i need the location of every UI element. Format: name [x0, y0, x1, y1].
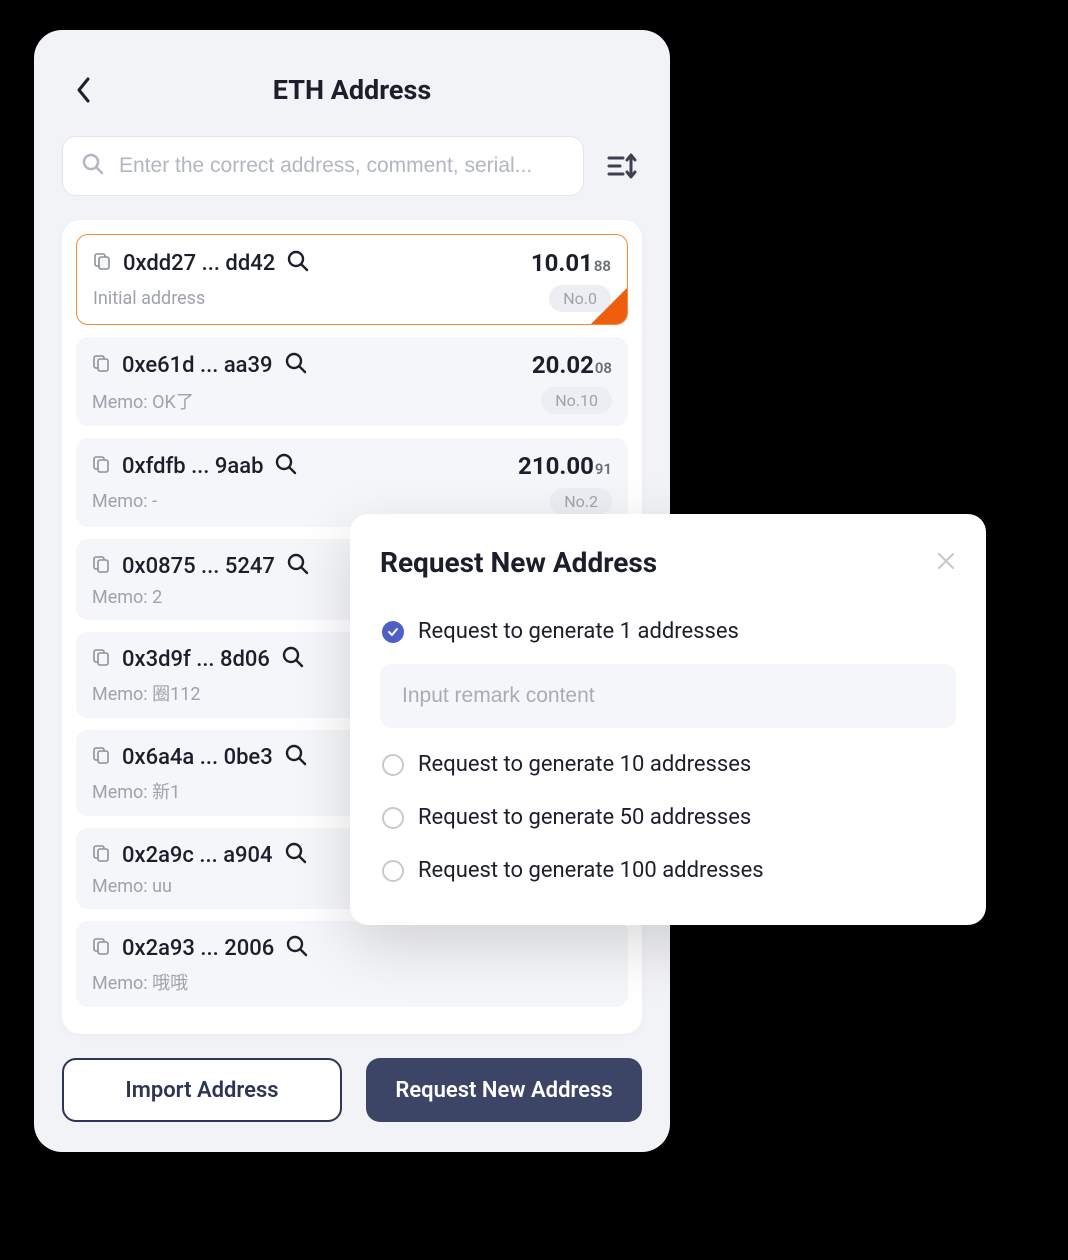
copy-icon[interactable]: [92, 746, 110, 768]
modal-options: Request to generate 1 addresses Request t…: [380, 605, 956, 897]
sort-icon: [607, 152, 637, 180]
serial-badge: No.2: [550, 488, 612, 515]
lookup-icon[interactable]: [275, 453, 297, 479]
address-row-main: 0x2a93 ... 2006: [92, 935, 612, 961]
generate-option[interactable]: Request to generate 10 addresses: [380, 738, 956, 791]
address-text: 0xfdfb ... 9aab: [122, 454, 263, 479]
generate-option[interactable]: Request to generate 100 addresses: [380, 844, 956, 897]
serial-badge: No.10: [541, 387, 612, 414]
sort-button[interactable]: [602, 146, 642, 186]
request-new-address-modal: Request New Address Request to generate …: [350, 514, 986, 925]
copy-icon[interactable]: [92, 937, 110, 959]
close-button[interactable]: [936, 551, 956, 575]
address-row-meta: Initial address No.0: [93, 285, 611, 312]
address-text: 0x2a9c ... a904: [122, 843, 273, 868]
remark-input[interactable]: [380, 664, 956, 728]
generate-option-label: Request to generate 50 addresses: [418, 805, 751, 830]
address-row-main: 0xe61d ... aa39 20.0208: [92, 351, 612, 379]
balance: 10.0188: [531, 249, 611, 277]
copy-icon[interactable]: [92, 844, 110, 866]
import-address-button[interactable]: Import Address: [62, 1058, 342, 1122]
balance: 210.0091: [518, 452, 612, 480]
memo-text: Memo: 哦哦: [92, 969, 188, 995]
generate-option[interactable]: Request to generate 50 addresses: [380, 791, 956, 844]
modal-header: Request New Address: [380, 546, 956, 579]
copy-icon[interactable]: [92, 648, 110, 670]
radio-unchecked-icon: [382, 807, 404, 829]
copy-icon[interactable]: [92, 455, 110, 477]
address-text: 0x6a4a ... 0be3: [122, 745, 273, 770]
radio-unchecked-icon: [382, 754, 404, 776]
generate-option[interactable]: Request to generate 1 addresses: [380, 605, 956, 658]
copy-icon[interactable]: [92, 555, 110, 577]
header: ETH Address: [62, 70, 642, 110]
memo-text: Memo: OK了: [92, 388, 194, 414]
search-box[interactable]: [62, 136, 584, 196]
search-input[interactable]: [119, 154, 565, 178]
generate-option-label: Request to generate 1 addresses: [418, 619, 739, 644]
chevron-left-icon: [76, 77, 92, 103]
serial-badge: No.0: [549, 285, 611, 312]
address-row-main: 0xfdfb ... 9aab 210.0091: [92, 452, 612, 480]
request-new-address-button[interactable]: Request New Address: [366, 1058, 642, 1122]
address-item[interactable]: 0xe61d ... aa39 20.0208 Memo: OK了 No.10: [76, 337, 628, 426]
memo-text: Memo: 新1: [92, 778, 180, 804]
address-row-main: 0xdd27 ... dd42 10.0188: [93, 249, 611, 277]
address-row-meta: Memo: - No.2: [92, 488, 612, 515]
close-icon: [936, 551, 956, 571]
memo-text: Memo: 2: [92, 587, 162, 608]
address-text: 0xdd27 ... dd42: [123, 251, 275, 276]
search-icon: [81, 152, 105, 180]
memo-text: Memo: 圈112: [92, 680, 200, 706]
search-row: [62, 136, 642, 196]
address-text: 0x3d9f ... 8d06: [122, 647, 270, 672]
modal-title: Request New Address: [380, 546, 657, 579]
address-text: 0x0875 ... 5247: [122, 554, 275, 579]
lookup-icon[interactable]: [282, 646, 304, 672]
address-item[interactable]: 0xdd27 ... dd42 10.0188 Initial address No.…: [76, 234, 628, 325]
lookup-icon[interactable]: [285, 842, 307, 868]
balance: 20.0208: [532, 351, 612, 379]
copy-icon[interactable]: [92, 354, 110, 376]
lookup-icon[interactable]: [287, 250, 309, 276]
lookup-icon[interactable]: [285, 744, 307, 770]
address-row-meta: Memo: 哦哦: [92, 969, 612, 995]
page-title: ETH Address: [273, 74, 431, 106]
address-row-meta: Memo: OK了 No.10: [92, 387, 612, 414]
memo-text: Memo: -: [92, 491, 157, 512]
address-text: 0xe61d ... aa39: [122, 353, 273, 378]
address-item[interactable]: 0x2a93 ... 2006 Memo: 哦哦: [76, 921, 628, 1007]
memo-text: Initial address: [93, 288, 205, 309]
footer-actions: Import Address Request New Address: [62, 1034, 642, 1122]
generate-option-label: Request to generate 100 addresses: [418, 858, 764, 883]
lookup-icon[interactable]: [285, 352, 307, 378]
copy-icon[interactable]: [93, 252, 111, 274]
lookup-icon[interactable]: [286, 935, 308, 961]
address-text: 0x2a93 ... 2006: [122, 936, 274, 961]
back-button[interactable]: [70, 76, 98, 104]
generate-option-label: Request to generate 10 addresses: [418, 752, 751, 777]
memo-text: Memo: uu: [92, 876, 172, 897]
radio-checked-icon: [382, 621, 404, 643]
radio-unchecked-icon: [382, 860, 404, 882]
lookup-icon[interactable]: [287, 553, 309, 579]
